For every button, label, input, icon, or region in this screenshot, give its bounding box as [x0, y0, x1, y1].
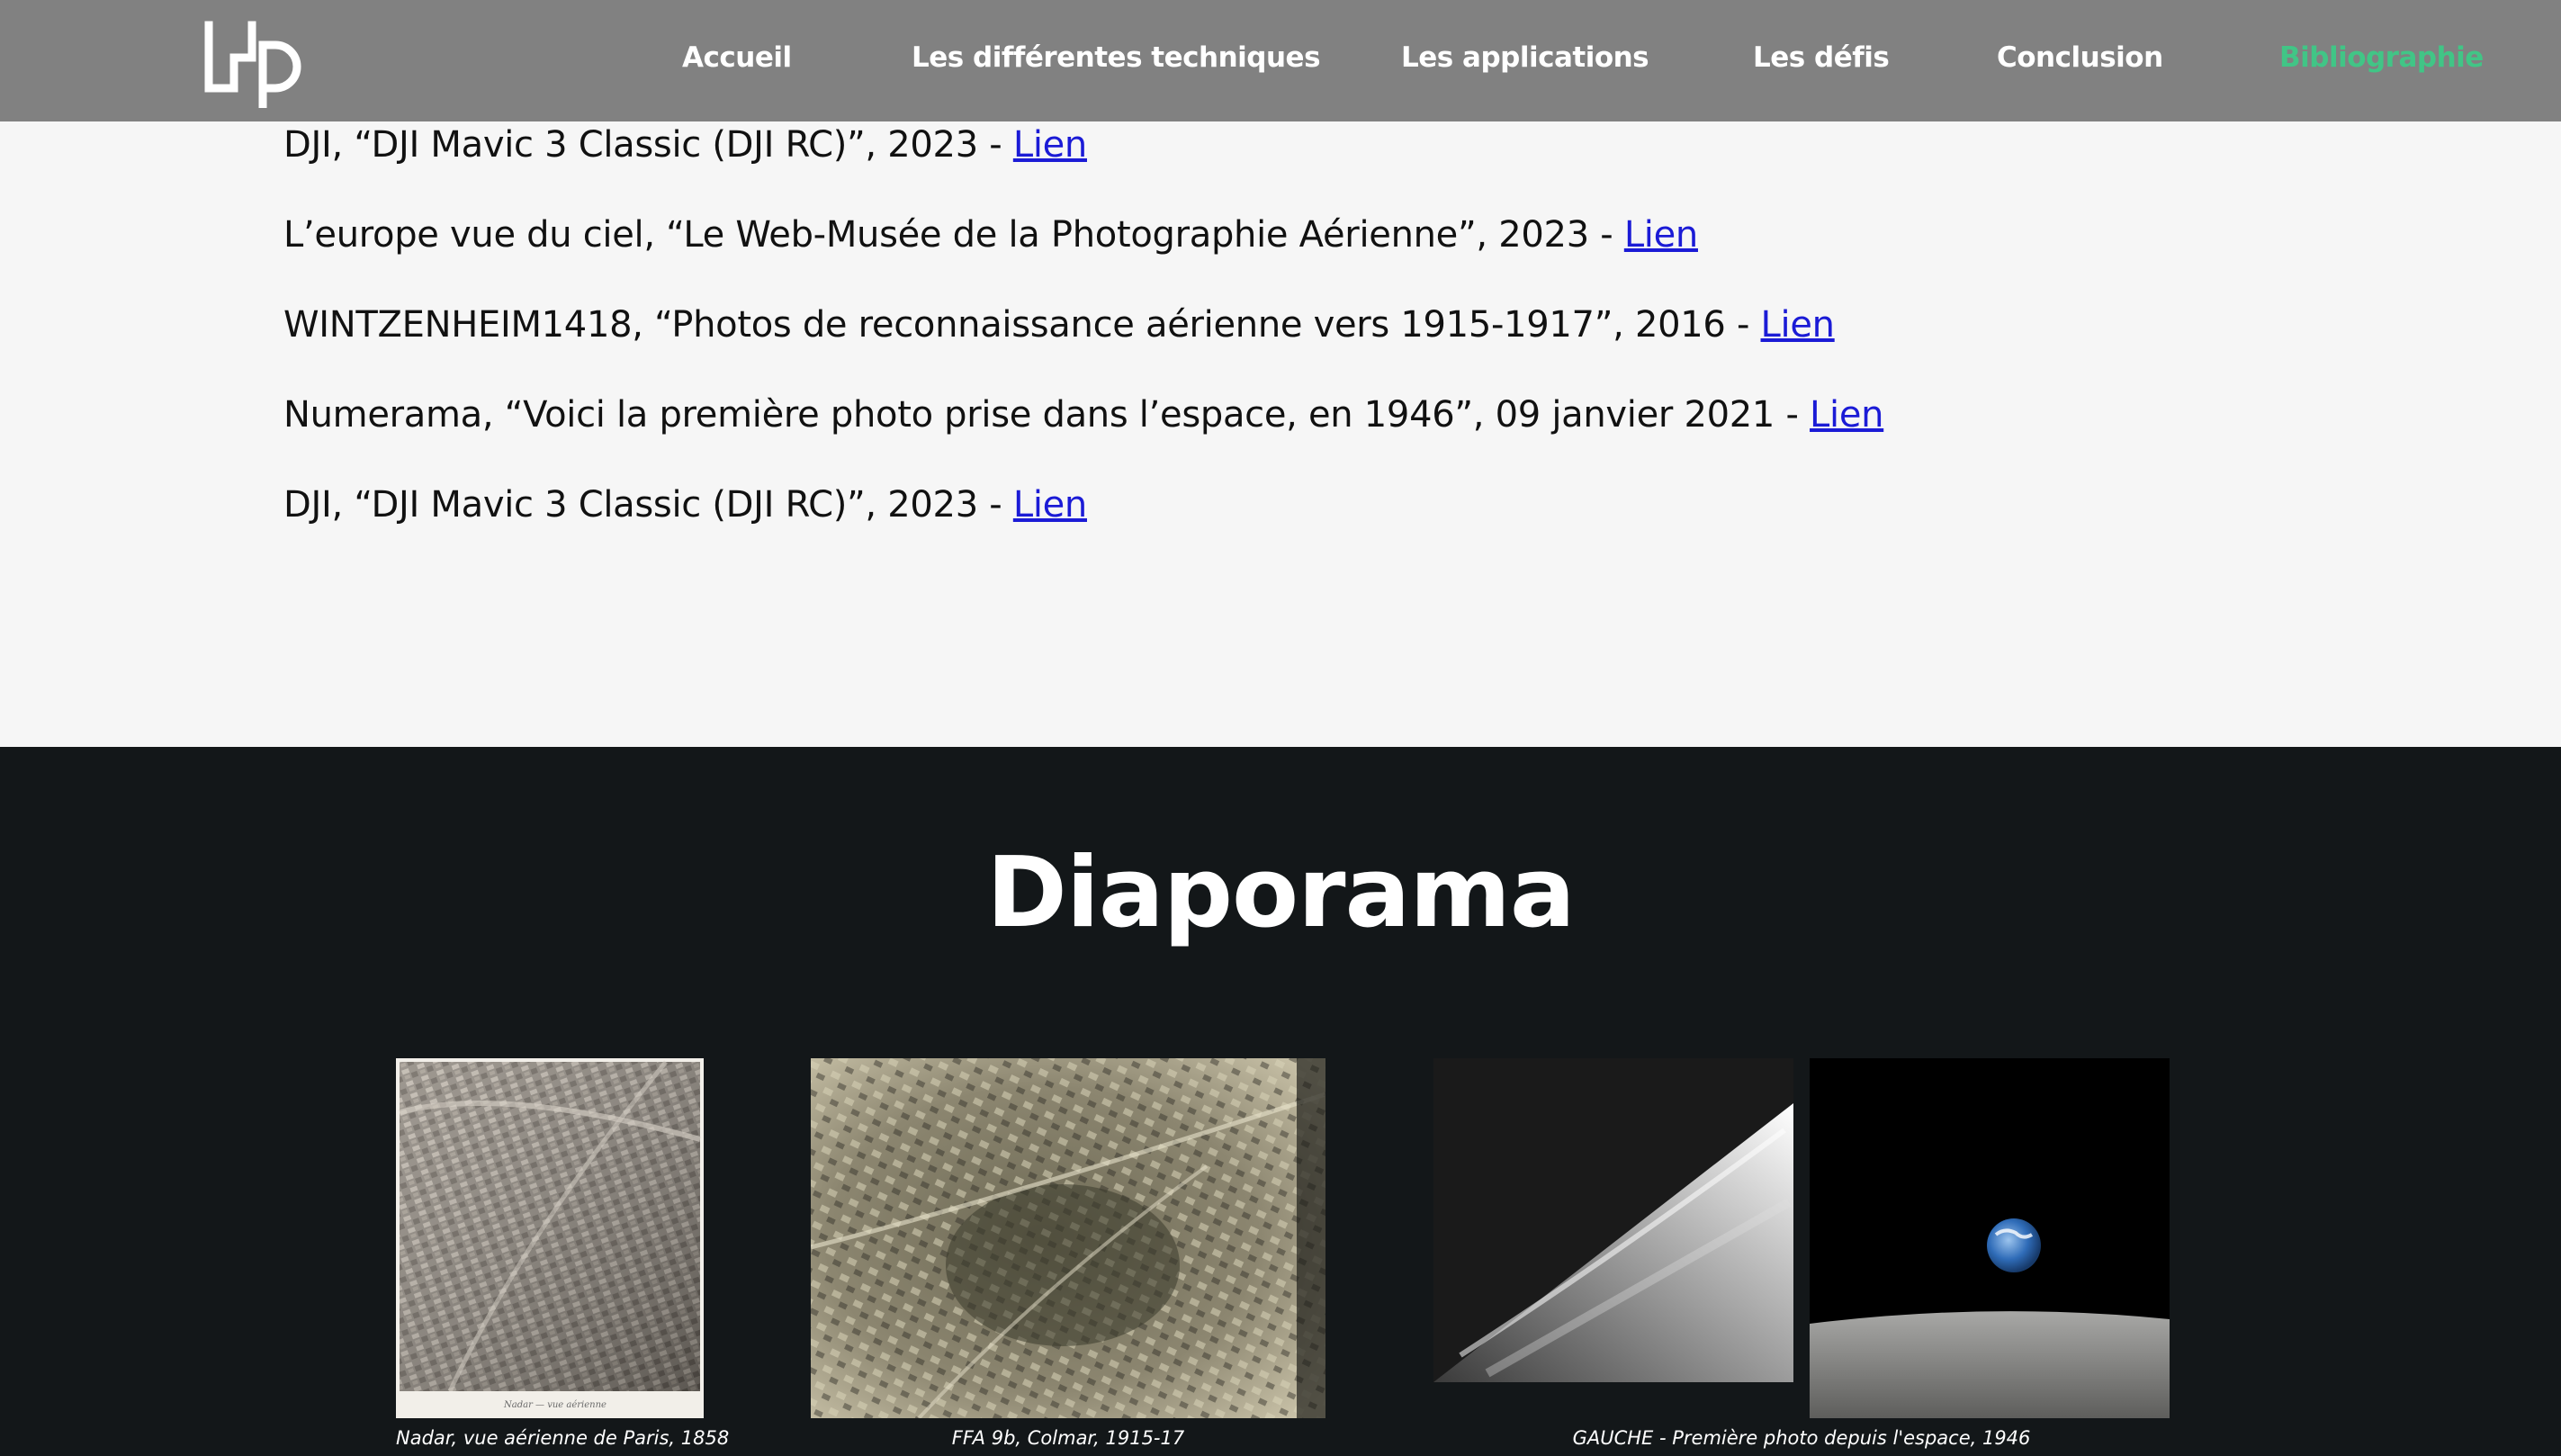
nav-techniques[interactable]: Les différentes techniques — [912, 41, 1321, 74]
nav-applications[interactable]: Les applications — [1401, 41, 1649, 74]
bibliography-link[interactable]: Lien — [1810, 394, 1883, 436]
bibliography-entry: WINTZENHEIM1418, “Photos de reconnaissan… — [283, 297, 1883, 387]
bibliography-text: DJI, “DJI Mavic 3 Classic (DJI RC)”, 202… — [283, 124, 1013, 166]
photo-caption: FFA 9b, Colmar, 1915-17 — [951, 1427, 1185, 1449]
bibliography-link[interactable]: Lien — [1761, 304, 1835, 346]
photo-space[interactable] — [1433, 1058, 2170, 1418]
space-images — [1433, 1058, 2170, 1418]
bibliography-list: DJI, “DJI Mavic 3 Classic (DJI RC)”, 202… — [283, 117, 1884, 567]
bibliography-text: WINTZENHEIM1418, “Photos de reconnaissan… — [283, 304, 1761, 346]
bibliography-text: Numerama, “Voici la première photo prise… — [283, 394, 1811, 436]
nav-bibliographie[interactable]: Bibliographie — [2279, 41, 2484, 74]
aerial-city-image: Nadar — vue aérienne — [399, 1060, 701, 1415]
bibliography-entry: L’europe vue du ciel, “Le Web-Musée de l… — [283, 207, 1883, 297]
photo-caption: Nadar, vue aérienne de Paris, 1858 — [396, 1427, 730, 1449]
photo-caption: GAUCHE - Première photo depuis l'espace,… — [1572, 1427, 2031, 1449]
bibliography-entry: DJI, “DJI Mavic 3 Classic (DJI RC)”, 202… — [283, 477, 1883, 567]
nav-defis[interactable]: Les défis — [1753, 41, 1890, 74]
site-logo[interactable] — [200, 18, 313, 108]
aerial-recon-image — [811, 1058, 1325, 1418]
bibliography-text: L’europe vue du ciel, “Le Web-Musée de l… — [283, 214, 1624, 256]
bibliography-link[interactable]: Lien — [1624, 214, 1698, 256]
svg-text:Nadar — vue aérienne: Nadar — vue aérienne — [503, 1400, 607, 1410]
site-header: Accueil Les différentes techniques Les a… — [0, 0, 2561, 121]
photo-colmar[interactable] — [811, 1058, 1325, 1418]
bibliography-entry: Numerama, “Voici la première photo prise… — [283, 387, 1884, 477]
slideshow-title: Diaporama — [986, 837, 1576, 949]
bibliography-entry: DJI, “DJI Mavic 3 Classic (DJI RC)”, 202… — [283, 117, 1883, 207]
nav-accueil[interactable]: Accueil — [682, 41, 792, 74]
bibliography-link[interactable]: Lien — [1013, 124, 1087, 166]
nav-conclusion[interactable]: Conclusion — [1997, 41, 2163, 74]
bibliography-text: DJI, “DJI Mavic 3 Classic (DJI RC)”, 202… — [283, 484, 1013, 526]
slideshow-section: Diaporama Nadar — vue aérienne Nadar, vu… — [0, 747, 2561, 1456]
photo-nadar-paris[interactable]: Nadar — vue aérienne — [396, 1058, 704, 1418]
bibliography-link[interactable]: Lien — [1013, 484, 1087, 526]
